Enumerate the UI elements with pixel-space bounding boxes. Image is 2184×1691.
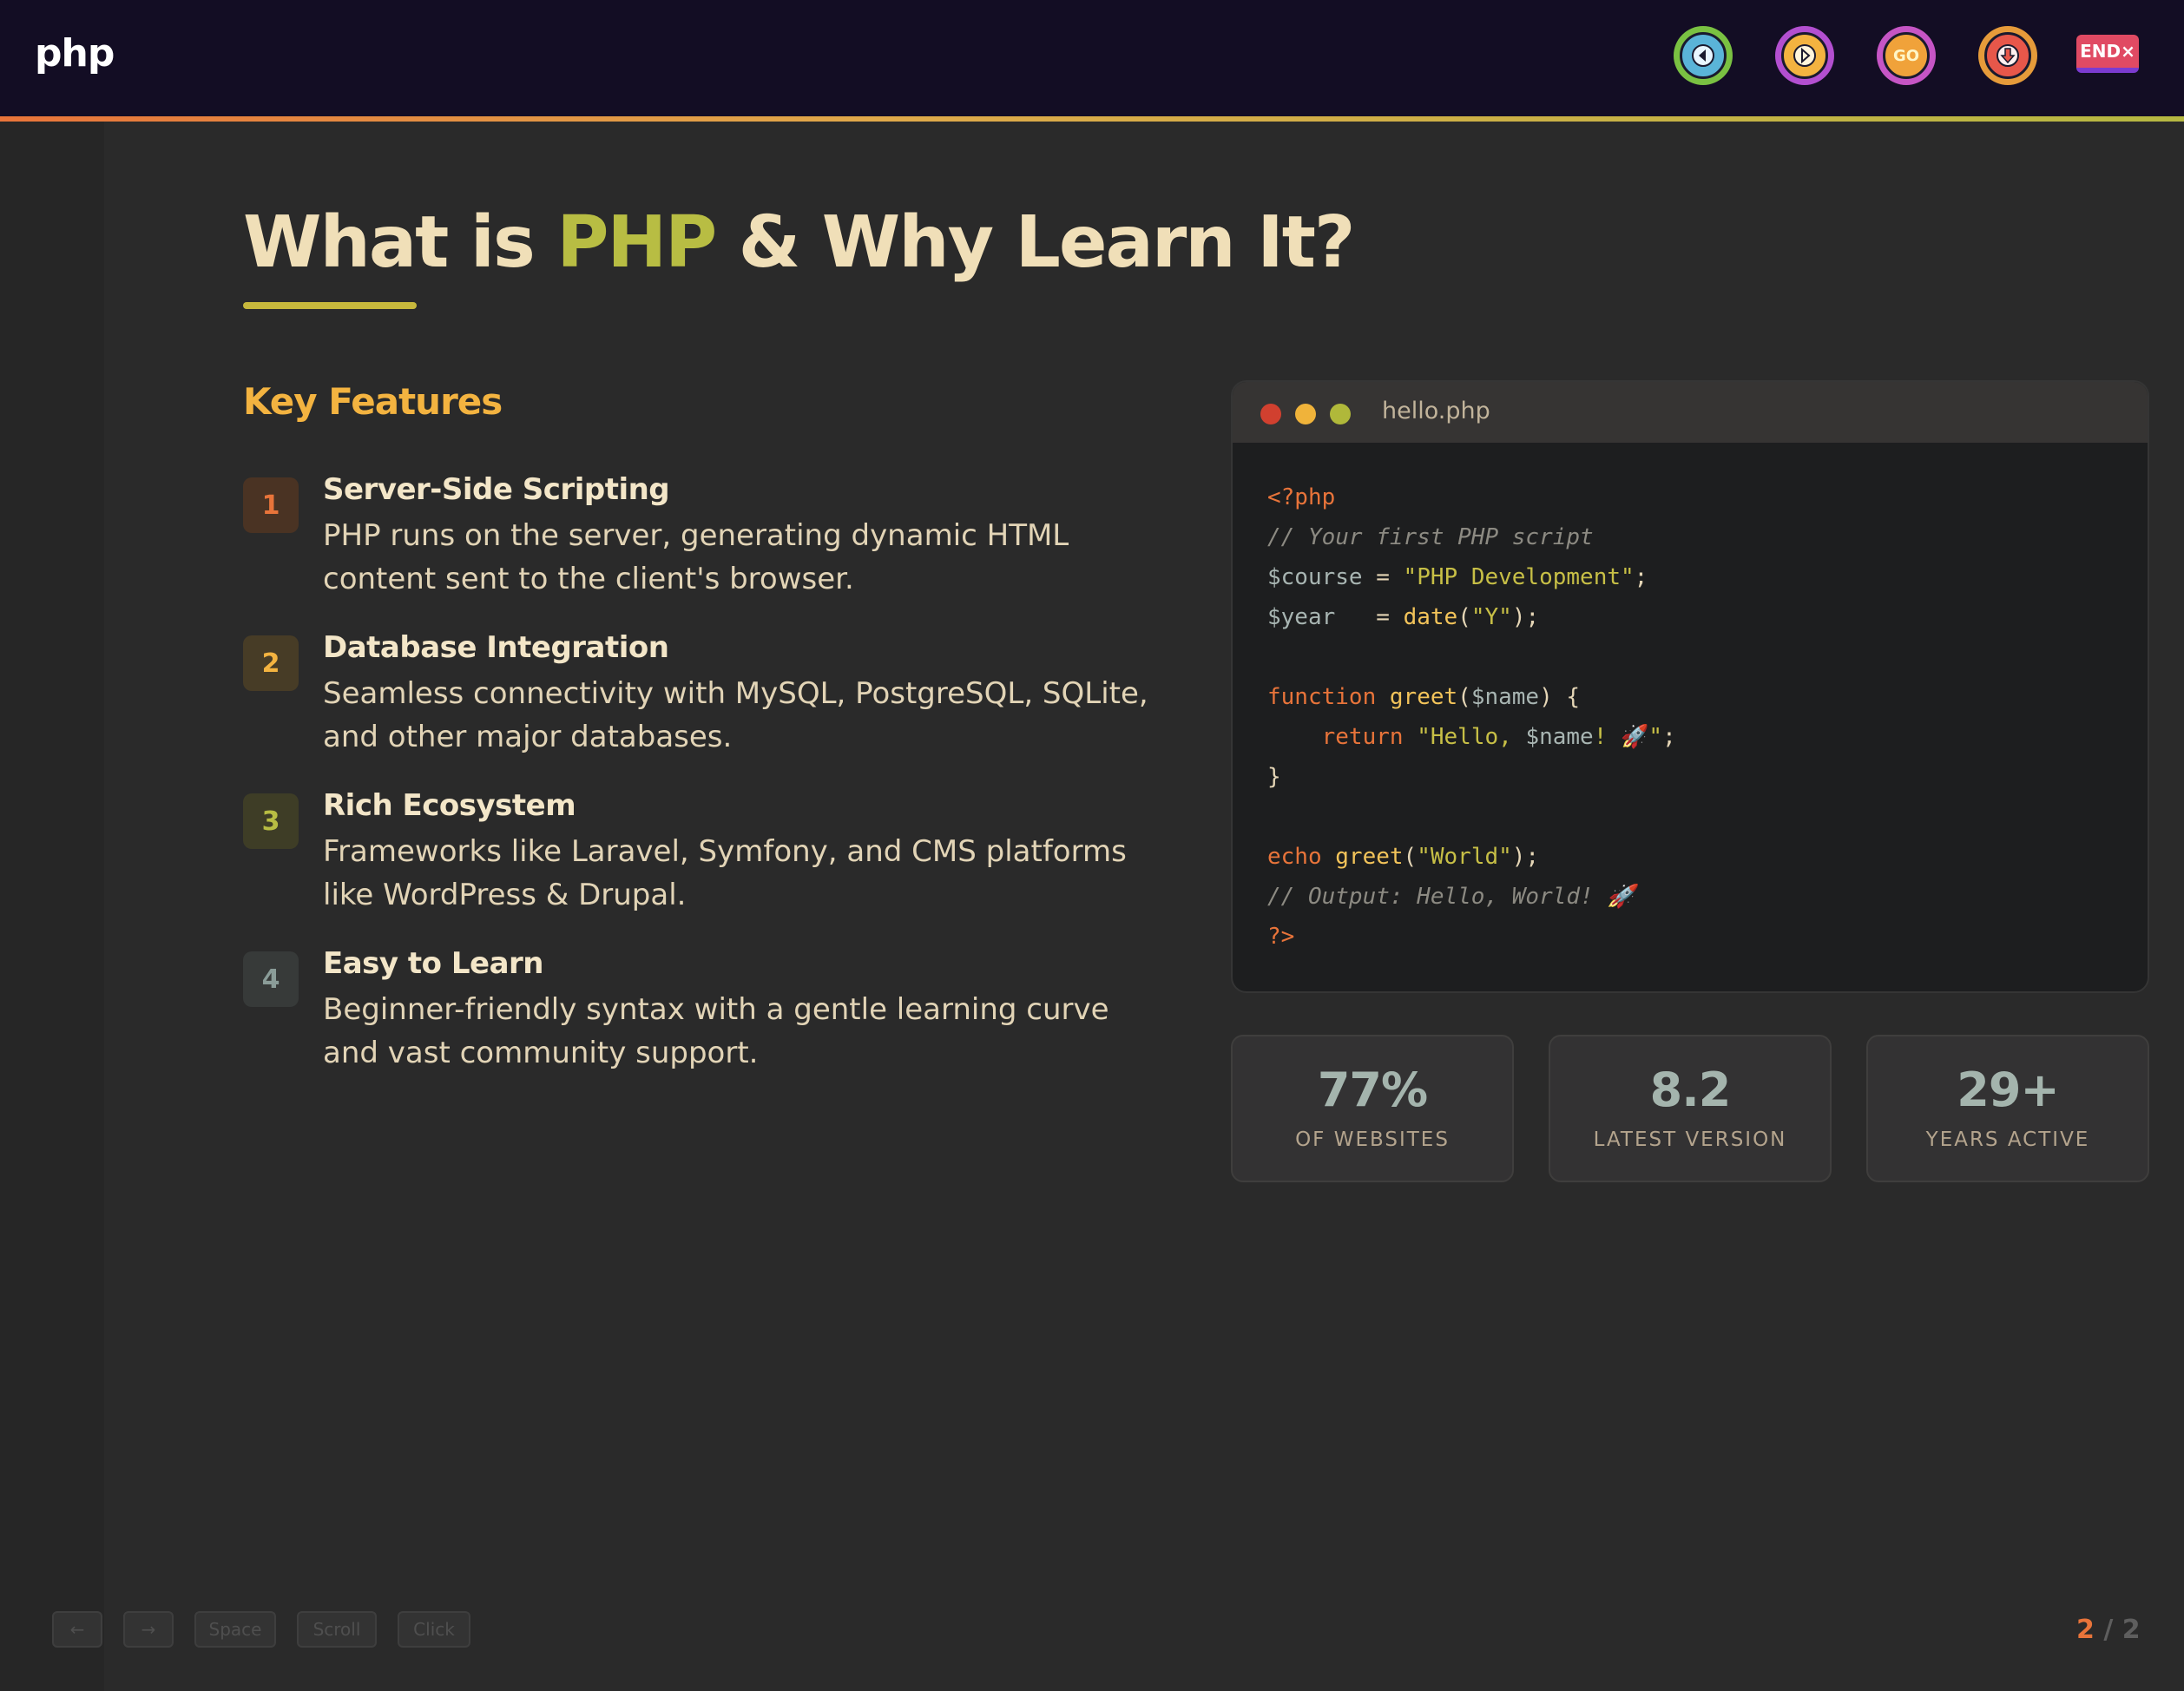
stat-card-websites: 77% OF WEBSITES [1231, 1035, 1514, 1182]
code-token: "PHP Development" [1403, 564, 1635, 590]
feature-title: Server-Side Scripting [323, 472, 670, 507]
code-line: // Your first PHP script [1267, 524, 1594, 550]
code-token: ); [1511, 604, 1540, 630]
code-token: = [1335, 604, 1404, 630]
code-line: // Output: Hello, World! 🚀 [1267, 884, 1635, 910]
stat-label: YEARS ACTIVE [1925, 1128, 2090, 1151]
title-accent-php: PHP [556, 201, 717, 284]
code-editor-window: hello.php <?php // Your first PHP script… [1231, 380, 2149, 993]
chevron-left-icon [1680, 32, 1727, 79]
php-logo: php [35, 31, 115, 76]
code-filename: hello.php [1382, 398, 1490, 424]
code-line: } [1267, 764, 1281, 790]
title-underline [243, 302, 417, 309]
end-presentation-button[interactable]: END× [2076, 35, 2139, 73]
code-window-titlebar: hello.php [1233, 382, 2148, 443]
code-token: greet [1376, 684, 1458, 710]
feature-number-badge: 4 [243, 951, 299, 1007]
feature-title: Easy to Learn [323, 946, 544, 981]
code-token: $name [1525, 724, 1594, 750]
window-minimize-dot [1295, 404, 1316, 424]
hint-left-arrow-key: ← [52, 1611, 102, 1648]
code-token: "Y" [1470, 604, 1512, 630]
code-token: ( [1403, 844, 1418, 870]
window-maximize-dot [1330, 404, 1351, 424]
code-token: ); [1511, 844, 1540, 870]
go-icon: GO [1883, 32, 1930, 79]
previous-slide-button[interactable] [1674, 26, 1733, 85]
slide-title: What is PHP & Why Learn It? [243, 201, 1356, 284]
feature-number-badge: 1 [243, 477, 299, 533]
code-token: "Hello, [1403, 724, 1526, 750]
feature-description: Frameworks like Laravel, Symfony, and CM… [323, 834, 1127, 912]
next-slide-button[interactable] [1775, 26, 1834, 85]
stat-value: 8.2 [1649, 1063, 1732, 1117]
top-bar: php GO END× [0, 0, 2184, 116]
code-token: return [1267, 724, 1404, 750]
code-token: "World" [1417, 844, 1512, 870]
code-token: $course [1267, 564, 1363, 590]
left-margin-strip [0, 122, 104, 1691]
stat-card-years: 29+ YEARS ACTIVE [1866, 1035, 2149, 1182]
code-token: ; [1634, 564, 1648, 590]
code-token: ; [1662, 724, 1676, 750]
code-token: function [1267, 684, 1377, 710]
code-token: greet [1321, 844, 1404, 870]
code-token: = [1362, 564, 1404, 590]
total-pages: 2 [2122, 1615, 2141, 1645]
feature-number-badge: 3 [243, 793, 299, 849]
code-token: date [1403, 604, 1458, 630]
window-close-dot [1260, 404, 1281, 424]
page-separator: / [2094, 1615, 2122, 1645]
header-gradient-divider [0, 116, 2184, 122]
go-to-slide-button[interactable]: GO [1877, 26, 1936, 85]
hint-space-key: Space [194, 1611, 276, 1648]
code-token: ) { [1539, 684, 1581, 710]
stat-label: LATEST VERSION [1593, 1128, 1787, 1151]
hint-click: Click [398, 1611, 470, 1648]
stat-label: OF WEBSITES [1295, 1128, 1450, 1151]
code-line: ?> [1267, 924, 1295, 950]
play-icon [1781, 32, 1828, 79]
current-page: 2 [2076, 1615, 2095, 1645]
feature-description: Beginner-friendly syntax with a gentle l… [323, 992, 1109, 1070]
code-block: <?php // Your first PHP script $course =… [1267, 477, 1676, 957]
feature-title: Rich Ecosystem [323, 788, 576, 823]
feature-title: Database Integration [323, 630, 669, 665]
code-token: $name [1470, 684, 1540, 710]
title-text-start: What is [243, 201, 557, 284]
stat-card-version: 8.2 LATEST VERSION [1549, 1035, 1832, 1182]
key-features-heading: Key Features [243, 380, 503, 423]
hint-right-arrow-key: → [123, 1611, 174, 1648]
stat-value: 29+ [1957, 1063, 2059, 1117]
code-token: $year [1267, 604, 1336, 630]
code-token: ( [1457, 684, 1471, 710]
feature-number-badge: 2 [243, 635, 299, 691]
feature-description: PHP runs on the server, generating dynam… [323, 518, 1069, 596]
hint-scroll: Scroll [297, 1611, 377, 1648]
download-arrow-icon [1984, 32, 2031, 79]
code-token: ! 🚀" [1593, 724, 1663, 750]
code-line: <?php [1267, 484, 1336, 510]
feature-description: Seamless connectivity with MySQL, Postgr… [323, 676, 1148, 754]
code-token: echo [1267, 844, 1322, 870]
code-token: ( [1457, 604, 1471, 630]
page-indicator: 2 / 2 [2076, 1615, 2141, 1645]
download-button[interactable] [1978, 26, 2037, 85]
title-text-end: & Why Learn It? [715, 201, 1356, 284]
stat-value: 77% [1317, 1063, 1428, 1117]
